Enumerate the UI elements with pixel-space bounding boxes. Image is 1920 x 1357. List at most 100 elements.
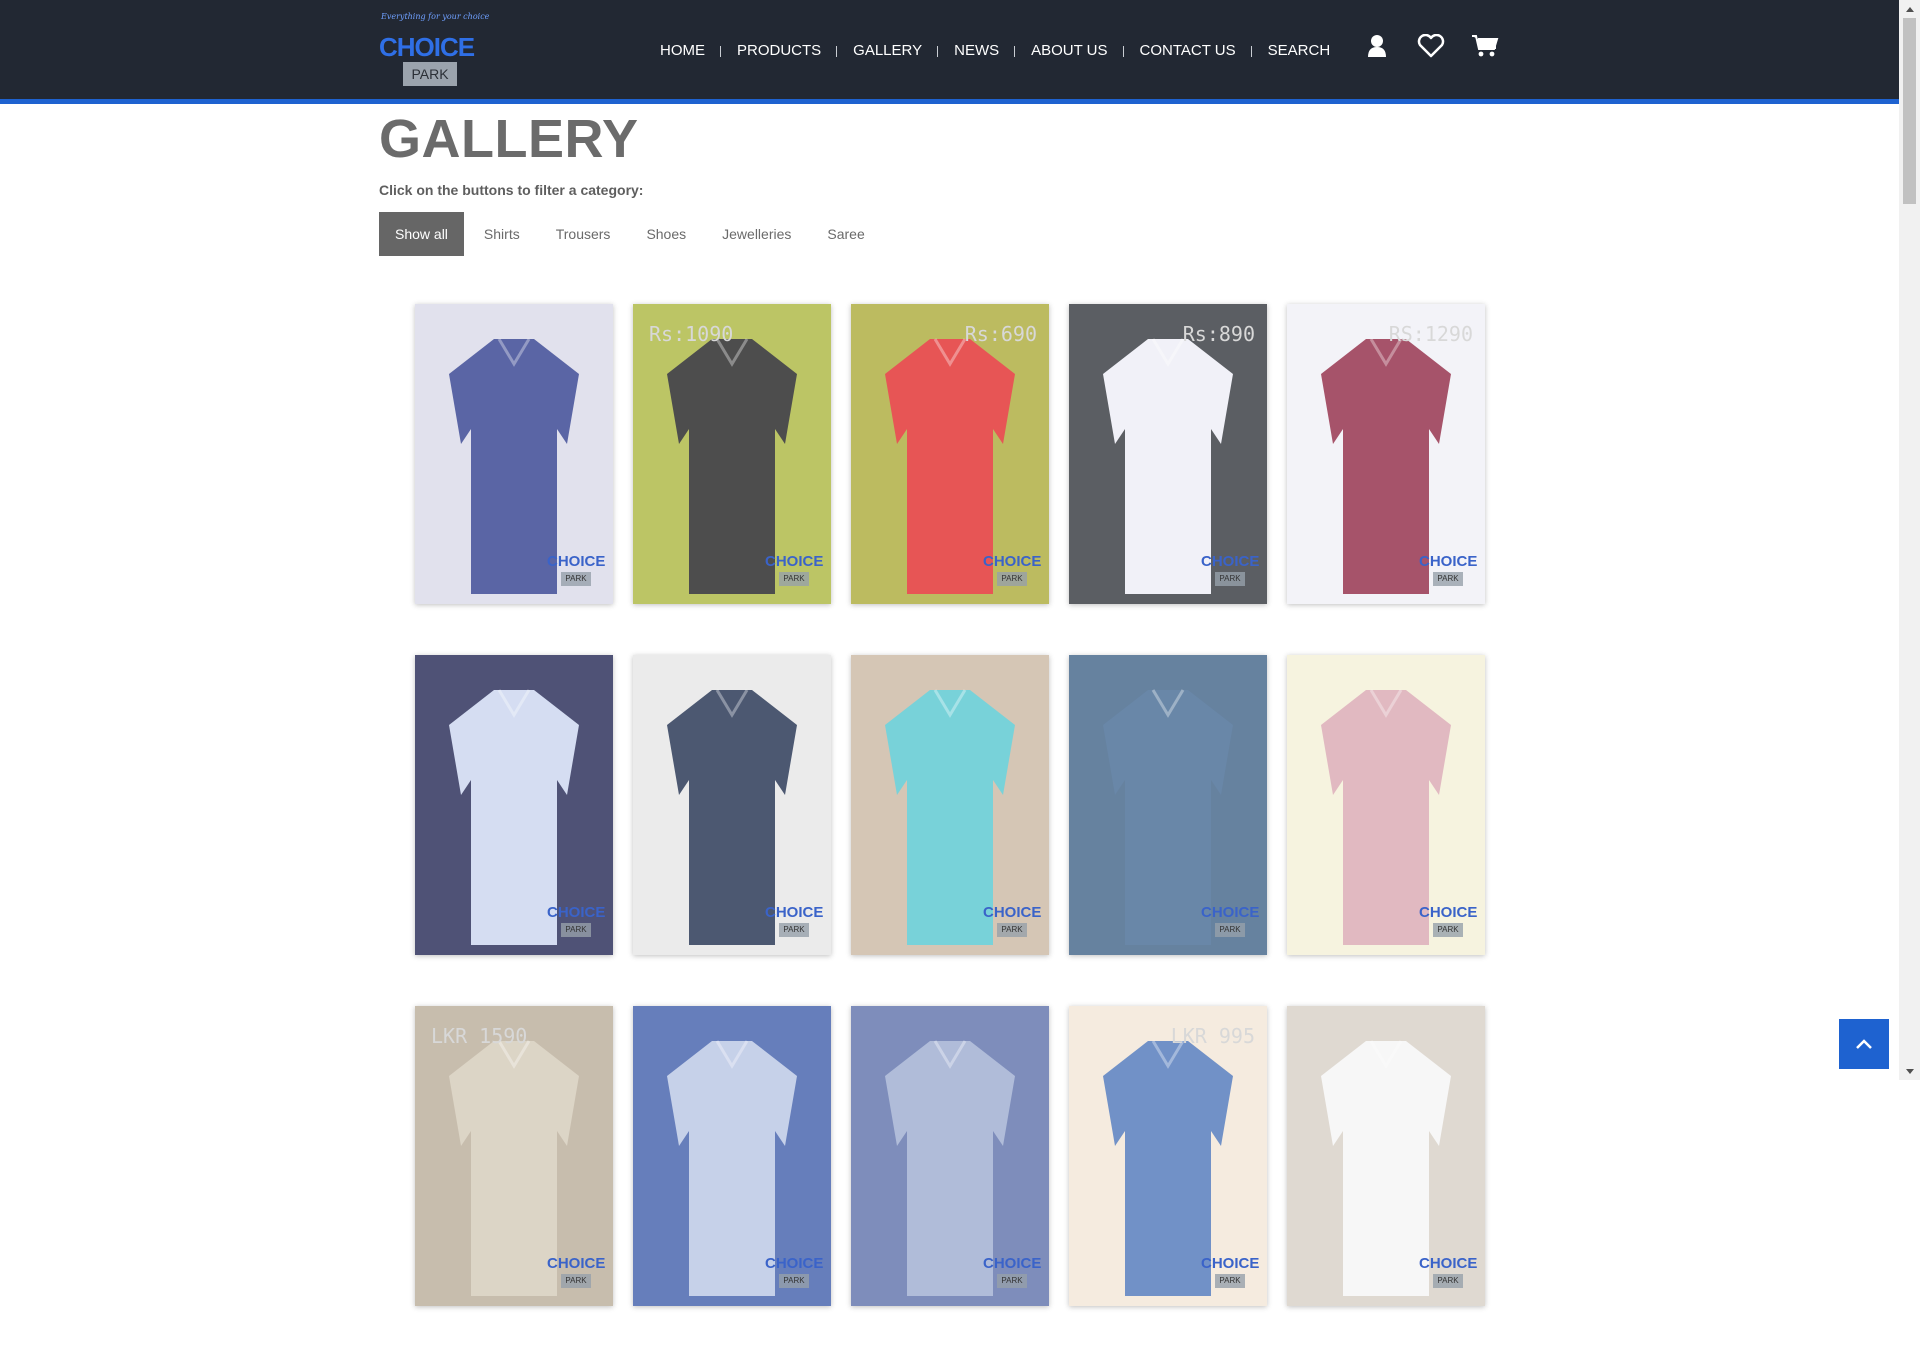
- watermark-primary: CHOICE: [765, 904, 824, 921]
- watermark-secondary: PARK: [1215, 572, 1245, 586]
- gallery-item-white-shirt-sleeves[interactable]: CHOICE PARK: [1287, 1006, 1485, 1306]
- watermark-primary: CHOICE: [1419, 904, 1478, 921]
- watermark-secondary: PARK: [561, 923, 591, 937]
- header-icons: [1350, 28, 1512, 64]
- nav-gallery[interactable]: GALLERY: [837, 42, 939, 59]
- watermark-secondary: PARK: [779, 572, 809, 586]
- watermark-secondary: PARK: [997, 1274, 1027, 1288]
- gallery-row: LKR 1590 CHOICE PARK CHOICE PARK CHOICE PARK LK…: [415, 1006, 1495, 1306]
- watermark-primary: CHOICE: [983, 553, 1042, 570]
- gallery-item-white-formal-shirt[interactable]: Rs:890 CHOICE PARK: [1069, 304, 1267, 604]
- nav-products[interactable]: PRODUCTS: [721, 42, 838, 59]
- gallery-item-turquoise-kurta[interactable]: CHOICE PARK: [851, 655, 1049, 955]
- filter-trousers[interactable]: Trousers: [539, 212, 627, 256]
- logo-name-secondary: PARK: [403, 62, 457, 86]
- price-tag: LKR 995: [1170, 1024, 1255, 1048]
- gallery-item-printed-white-tshirt[interactable]: CHOICE PARK: [415, 655, 613, 955]
- filter-shoes[interactable]: Shoes: [630, 212, 703, 256]
- scroll-down-arrow-icon[interactable]: [1899, 1063, 1920, 1080]
- gallery-item-shop-display-2[interactable]: CHOICE PARK: [851, 1006, 1049, 1306]
- brand-watermark: CHOICE PARK: [765, 553, 823, 586]
- chevron-up-icon: [1856, 1039, 1872, 1049]
- logo-tagline: Everything for your choice: [381, 12, 490, 21]
- gallery-item-shop-display-1[interactable]: CHOICE PARK: [633, 1006, 831, 1306]
- brand-watermark: CHOICE PARK: [547, 904, 605, 937]
- price-tag: Rs:890: [1182, 322, 1255, 346]
- watermark-secondary: PARK: [561, 1274, 591, 1288]
- watermark-primary: CHOICE: [1419, 553, 1478, 570]
- heart-icon[interactable]: [1404, 28, 1458, 64]
- price-tag: RS:1290: [1388, 322, 1473, 346]
- gallery-item-black-dotted-shirt[interactable]: Rs:1090 CHOICE PARK: [633, 304, 831, 604]
- cart-icon[interactable]: [1458, 28, 1512, 64]
- watermark-primary: CHOICE: [1201, 553, 1260, 570]
- brand-watermark: CHOICE PARK: [547, 1255, 605, 1288]
- site-logo[interactable]: Everything for your choice CHOICE PARK: [379, 12, 489, 88]
- gallery-section: GALLERY Click on the buttons to filter a…: [379, 104, 1489, 256]
- brand-watermark: CHOICE PARK: [1201, 904, 1259, 937]
- gallery-grid: CHOICE PARK Rs:1090 CHOICE PARK Rs:690 CHOICE P…: [415, 304, 1495, 1357]
- watermark-primary: CHOICE: [547, 904, 606, 921]
- back-to-top-button[interactable]: [1839, 1019, 1889, 1069]
- gallery-item-checked-shirt-poster[interactable]: CHOICE PARK: [1287, 655, 1485, 955]
- filter-shirts[interactable]: Shirts: [467, 212, 536, 256]
- watermark-secondary: PARK: [1215, 1274, 1245, 1288]
- gallery-item-navy-jacket-model[interactable]: CHOICE PARK: [633, 655, 831, 955]
- watermark-primary: CHOICE: [1201, 1255, 1260, 1272]
- gallery-item-maroon-blue-polo[interactable]: RS:1290 CHOICE PARK: [1287, 304, 1485, 604]
- filter-show-all[interactable]: Show all: [379, 212, 464, 256]
- watermark-secondary: PARK: [561, 572, 591, 586]
- watermark-secondary: PARK: [1215, 923, 1245, 937]
- gallery-row: CHOICE PARK Rs:1090 CHOICE PARK Rs:690 CHOICE P…: [415, 304, 1495, 604]
- gallery-row: CHOICE PARK CHOICE PARK CHOICE PARK CHOICE PARK…: [415, 655, 1495, 955]
- price-tag: Rs:690: [964, 322, 1037, 346]
- brand-watermark: CHOICE PARK: [765, 904, 823, 937]
- gallery-item-red-big-hero-tshirt[interactable]: Rs:690 CHOICE PARK: [851, 304, 1049, 604]
- filter-bar: Show all Shirts Trousers Shoes Jewelleri…: [379, 212, 1489, 256]
- gallery-item-floral-blue-shirt[interactable]: CHOICE PARK: [415, 304, 613, 604]
- brand-watermark: CHOICE PARK: [1201, 1255, 1259, 1288]
- watermark-secondary: PARK: [779, 1274, 809, 1288]
- watermark-secondary: PARK: [779, 923, 809, 937]
- nav-news[interactable]: NEWS: [938, 42, 1016, 59]
- brand-watermark: CHOICE PARK: [765, 1255, 823, 1288]
- filter-saree[interactable]: Saree: [811, 212, 881, 256]
- nav-contact-us[interactable]: CONTACT US: [1124, 42, 1252, 59]
- nav-about-us[interactable]: ABOUT US: [1015, 42, 1124, 59]
- price-tag: Rs:1090: [649, 322, 734, 346]
- watermark-primary: CHOICE: [765, 1255, 824, 1272]
- gallery-item-beige-shirt[interactable]: LKR 1590 CHOICE PARK: [415, 1006, 613, 1306]
- scrollbar-thumb[interactable]: [1903, 18, 1916, 204]
- brand-watermark: CHOICE PARK: [1201, 553, 1259, 586]
- filter-prompt: Click on the buttons to filter a categor…: [379, 182, 644, 198]
- nav-home[interactable]: HOME: [660, 42, 721, 59]
- watermark-primary: CHOICE: [765, 553, 824, 570]
- watermark-secondary: PARK: [997, 572, 1027, 586]
- brand-watermark: CHOICE PARK: [547, 553, 605, 586]
- gallery-item-denim-shirt[interactable]: CHOICE PARK: [1069, 655, 1267, 955]
- brand-watermark: CHOICE PARK: [983, 904, 1041, 937]
- brand-watermark: CHOICE PARK: [983, 553, 1041, 586]
- logo-name-primary: CHOICE: [379, 32, 475, 62]
- nav-search[interactable]: SEARCH: [1252, 42, 1347, 59]
- price-tag: LKR 1590: [431, 1024, 528, 1048]
- watermark-primary: CHOICE: [1201, 904, 1260, 921]
- watermark-secondary: PARK: [997, 923, 1027, 937]
- watermark-primary: CHOICE: [983, 904, 1042, 921]
- watermark-primary: CHOICE: [547, 1255, 606, 1272]
- gallery-item-blue-shirt-mannequin[interactable]: LKR 995 CHOICE PARK: [1069, 1006, 1267, 1306]
- user-icon[interactable]: [1350, 28, 1404, 64]
- brand-watermark: CHOICE PARK: [1419, 1255, 1477, 1288]
- page-title: GALLERY: [379, 109, 639, 169]
- page-scrollbar[interactable]: [1899, 0, 1920, 1080]
- brand-watermark: CHOICE PARK: [983, 1255, 1041, 1288]
- filter-jewelleries[interactable]: Jewelleries: [706, 212, 808, 256]
- watermark-primary: CHOICE: [983, 1255, 1042, 1272]
- watermark-primary: CHOICE: [547, 553, 606, 570]
- main-nav: HOME PRODUCTS GALLERY NEWS ABOUT US CONT…: [660, 0, 1346, 100]
- scroll-up-arrow-icon[interactable]: [1899, 0, 1920, 17]
- watermark-secondary: PARK: [1433, 1274, 1463, 1288]
- watermark-primary: CHOICE: [1419, 1255, 1478, 1272]
- brand-watermark: CHOICE PARK: [1419, 904, 1477, 937]
- watermark-secondary: PARK: [1433, 923, 1463, 937]
